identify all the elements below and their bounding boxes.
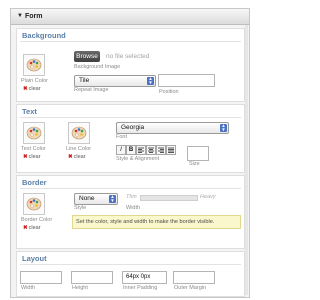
italic-button[interactable]: I	[116, 145, 126, 155]
border-width-slider[interactable]	[140, 195, 198, 201]
border-width-label: Width	[126, 205, 141, 211]
align-right-icon	[158, 147, 164, 153]
panel-scrollbar[interactable]	[245, 25, 248, 295]
text-section-title: Text	[22, 107, 37, 116]
text-color-label: Text Color	[21, 146, 46, 152]
heavy-label: Heavy	[200, 194, 216, 200]
divider	[20, 117, 241, 118]
text-color-clear-link[interactable]: ✖clear	[23, 154, 41, 160]
width-input[interactable]	[20, 271, 62, 284]
repeat-image-select[interactable]: Tile ▲ ▼	[74, 75, 156, 87]
border-color-clear-link[interactable]: ✖clear	[23, 225, 41, 231]
no-file-text: no file selected	[106, 53, 150, 60]
size-label: Size	[189, 161, 200, 167]
dropdown-arrows-icon: ▲ ▼	[109, 194, 116, 203]
border-section-title: Border	[22, 178, 47, 187]
size-input[interactable]	[187, 146, 209, 161]
background-image-label: Background Image	[74, 64, 121, 70]
outer-margin-input[interactable]	[173, 271, 215, 284]
x-icon: ✖	[23, 154, 28, 160]
collapse-triangle-icon[interactable]: ▼	[17, 9, 23, 24]
align-left-icon	[138, 147, 144, 153]
font-select[interactable]: Georgia ▲ ▼	[116, 122, 229, 134]
form-header[interactable]: ▼ Form	[11, 9, 249, 25]
outer-margin-label: Outer Margin	[174, 285, 207, 291]
font-value: Georgia	[121, 124, 145, 131]
divider	[20, 41, 241, 42]
dropdown-arrows-icon: ▲ ▼	[147, 76, 154, 85]
form-title: Form	[25, 13, 43, 20]
align-left-button[interactable]	[136, 145, 146, 155]
dropdown-arrows-icon: ▲ ▼	[220, 123, 227, 132]
align-justify-button[interactable]	[166, 145, 176, 155]
border-color-swatch[interactable]	[23, 193, 45, 215]
border-color-label: Border Color	[21, 217, 53, 223]
palette-icon	[71, 126, 87, 140]
inner-padding-label: Inner Padding	[123, 285, 158, 291]
style-alignment-label: Style & Alignment	[116, 156, 160, 162]
line-color-swatch[interactable]	[68, 122, 90, 144]
align-right-button[interactable]	[156, 145, 166, 155]
width-label: Width	[21, 285, 36, 291]
align-justify-icon	[168, 147, 174, 153]
repeat-image-value: Tile	[79, 77, 90, 84]
palette-icon	[26, 126, 42, 140]
inner-padding-input[interactable]: 64px 0px	[122, 271, 167, 284]
plain-color-clear-link[interactable]: ✖clear	[23, 86, 41, 92]
thin-label: Thin	[126, 194, 137, 200]
position-label: Position	[159, 89, 179, 95]
palette-icon	[26, 58, 42, 72]
plain-color-swatch[interactable]	[23, 54, 45, 76]
form-panel: ▼ Form Background Plain Color ✖clear Bro…	[10, 8, 250, 298]
position-input[interactable]	[158, 74, 215, 87]
divider	[20, 264, 241, 265]
layout-section: Layout Width Height 64px 0px Inner Paddi…	[16, 251, 245, 297]
repeat-image-label: Repeat Image	[74, 87, 109, 93]
align-center-button[interactable]	[146, 145, 156, 155]
palette-icon	[26, 197, 42, 211]
border-style-value: None	[79, 195, 95, 202]
border-section: Border Border Color ✖clear None ▲ ▼ Style…	[16, 175, 245, 249]
divider	[20, 188, 241, 189]
line-color-label: Line Color	[66, 146, 92, 152]
font-label: Font	[116, 134, 128, 140]
border-style-select[interactable]: None ▲ ▼	[74, 193, 118, 205]
background-section-title: Background	[22, 31, 66, 40]
line-color-clear-link[interactable]: ✖clear	[68, 154, 86, 160]
height-input[interactable]	[71, 271, 113, 284]
layout-section-title: Layout	[22, 254, 47, 263]
text-section: Text Text Color ✖clear Line Color ✖clear…	[16, 104, 245, 173]
border-hint-note: Set the color, style and width to make t…	[72, 215, 241, 229]
x-icon: ✖	[23, 86, 28, 92]
height-label: Height	[72, 285, 88, 291]
browse-button[interactable]: Browse	[74, 51, 100, 62]
x-icon: ✖	[68, 154, 73, 160]
x-icon: ✖	[23, 225, 28, 231]
border-style-label: Style	[74, 205, 87, 211]
bold-button[interactable]: B	[126, 145, 136, 155]
text-color-swatch[interactable]	[23, 122, 45, 144]
align-center-icon	[148, 147, 154, 153]
plain-color-label: Plain Color	[21, 78, 48, 84]
background-section: Background Plain Color ✖clear Browse no …	[16, 28, 245, 102]
